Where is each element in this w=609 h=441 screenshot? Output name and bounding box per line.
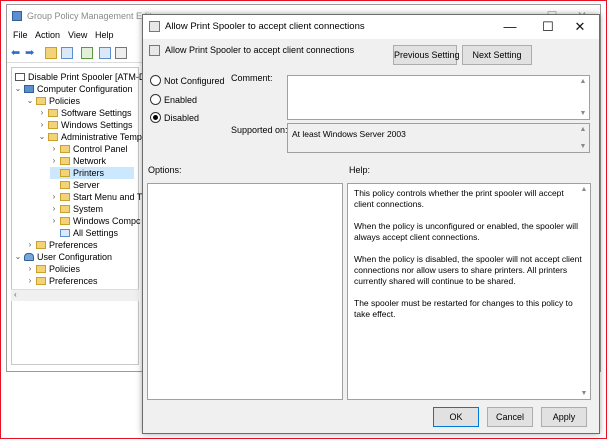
enabled-radio[interactable]	[150, 94, 161, 105]
policy-doc-icon	[15, 73, 25, 81]
computer-icon	[24, 85, 34, 93]
user-icon	[24, 253, 34, 261]
folder-icon	[60, 217, 70, 225]
settings-icon	[60, 229, 70, 237]
previous-setting-button[interactable]: Previous Setting	[393, 45, 460, 65]
chevron-down-icon[interactable]: ⌄	[14, 251, 22, 263]
properties-icon[interactable]	[115, 47, 127, 59]
folder-icon	[60, 205, 70, 213]
help-paragraph: This policy controls whether the print s…	[354, 188, 564, 209]
options-label: Options:	[148, 165, 182, 175]
chevron-right-icon[interactable]: ›	[26, 263, 34, 275]
forward-arrow-icon[interactable]: ➡	[25, 47, 37, 59]
scroll-down-icon[interactable]: ▼	[579, 110, 587, 117]
supported-on-value: At least Windows Server 2003	[292, 129, 406, 139]
enabled-label[interactable]: Enabled	[164, 95, 197, 105]
menu-file[interactable]: File	[13, 30, 28, 40]
scroll-up-icon[interactable]: ▲	[580, 186, 588, 193]
tree-horizontal-scrollbar[interactable]: ‹	[11, 289, 139, 301]
policy-setting-icon	[149, 21, 160, 32]
folder-icon	[36, 277, 46, 285]
not-configured-label[interactable]: Not Configured	[164, 76, 225, 86]
cancel-button[interactable]: Cancel	[487, 407, 533, 427]
folder-icon	[60, 181, 70, 189]
folder-icon	[60, 193, 70, 201]
chevron-right-icon[interactable]: ›	[26, 239, 34, 251]
folder-icon	[60, 145, 70, 153]
chevron-right-icon[interactable]: ›	[38, 107, 46, 119]
supported-on-label: Supported on:	[231, 125, 288, 135]
export-list-icon[interactable]	[81, 47, 93, 59]
supported-on-field: At least Windows Server 2003 ▲ ▼	[287, 123, 590, 153]
gpo-tree: Disable Print Spooler [ATM-DC1 ⌄ Compute…	[11, 67, 157, 365]
dialog-minimize-button[interactable]: —	[493, 17, 527, 37]
dialog-header-title: Allow Print Spooler to accept client con…	[165, 45, 355, 55]
comment-label: Comment:	[231, 73, 273, 83]
apply-button[interactable]: Apply	[541, 407, 587, 427]
folder-icon	[36, 97, 46, 105]
chevron-right-icon[interactable]: ›	[50, 143, 58, 155]
not-configured-radio[interactable]	[150, 75, 161, 86]
next-setting-button[interactable]: Next Setting	[462, 45, 532, 65]
chevron-right-icon[interactable]: ›	[38, 119, 46, 131]
chevron-down-icon[interactable]: ⌄	[26, 95, 34, 107]
help-paragraph: The spooler must be restarted for change…	[354, 298, 573, 319]
tree-item-printers[interactable]: Printers	[50, 167, 134, 179]
chevron-down-icon[interactable]: ⌄	[14, 83, 22, 95]
policy-setting-dialog: Allow Print Spooler to accept client con…	[142, 14, 600, 434]
menu-help[interactable]: Help	[95, 30, 114, 40]
chevron-down-icon[interactable]: ⌄	[38, 131, 46, 143]
options-pane	[147, 183, 343, 400]
chevron-right-icon[interactable]: ›	[50, 203, 58, 215]
scroll-left-icon[interactable]: ‹	[14, 290, 17, 299]
dialog-maximize-button[interactable]: ☐	[531, 17, 565, 37]
folder-icon	[36, 241, 46, 249]
ok-button[interactable]: OK	[433, 407, 479, 427]
disabled-radio[interactable]	[150, 112, 161, 123]
dialog-titlebar: Allow Print Spooler to accept client con…	[143, 15, 599, 39]
help-icon[interactable]	[99, 47, 111, 59]
menu-action[interactable]: Action	[35, 30, 60, 40]
gpme-app-icon	[12, 11, 22, 21]
help-text: This policy controls whether the print s…	[348, 184, 590, 335]
dialog-title: Allow Print Spooler to accept client con…	[165, 21, 365, 32]
dialog-close-button[interactable]: ✕	[563, 17, 597, 37]
help-paragraph: When the policy is disabled, the spooler…	[354, 254, 582, 286]
chevron-right-icon[interactable]: ›	[50, 215, 58, 227]
up-folder-icon[interactable]	[45, 47, 57, 59]
back-arrow-icon[interactable]: ⬅	[11, 47, 23, 59]
chevron-right-icon[interactable]: ›	[50, 191, 58, 203]
help-paragraph: When the policy is unconfigured or enabl…	[354, 221, 578, 242]
folder-icon	[48, 121, 58, 129]
folder-icon	[48, 133, 58, 141]
show-hide-tree-icon[interactable]	[61, 47, 73, 59]
menu-view[interactable]: View	[68, 30, 87, 40]
chevron-right-icon[interactable]: ›	[50, 155, 58, 167]
folder-icon	[60, 157, 70, 165]
help-label: Help:	[349, 165, 371, 175]
chevron-right-icon[interactable]: ›	[26, 275, 34, 287]
scroll-down-icon[interactable]: ▼	[580, 390, 588, 397]
policy-setting-icon	[149, 45, 160, 56]
scroll-down-icon[interactable]: ▼	[579, 143, 587, 150]
help-pane: This policy controls whether the print s…	[347, 183, 591, 400]
folder-icon	[60, 169, 70, 177]
folder-icon	[48, 109, 58, 117]
disabled-label[interactable]: Disabled	[164, 113, 199, 123]
folder-icon	[36, 265, 46, 273]
scroll-up-icon[interactable]: ▲	[579, 126, 587, 133]
gpme-window-title: Group Policy Management Editor	[27, 11, 160, 21]
comment-textarea[interactable]: ▲ ▼	[287, 75, 590, 120]
scroll-up-icon[interactable]: ▲	[579, 78, 587, 85]
